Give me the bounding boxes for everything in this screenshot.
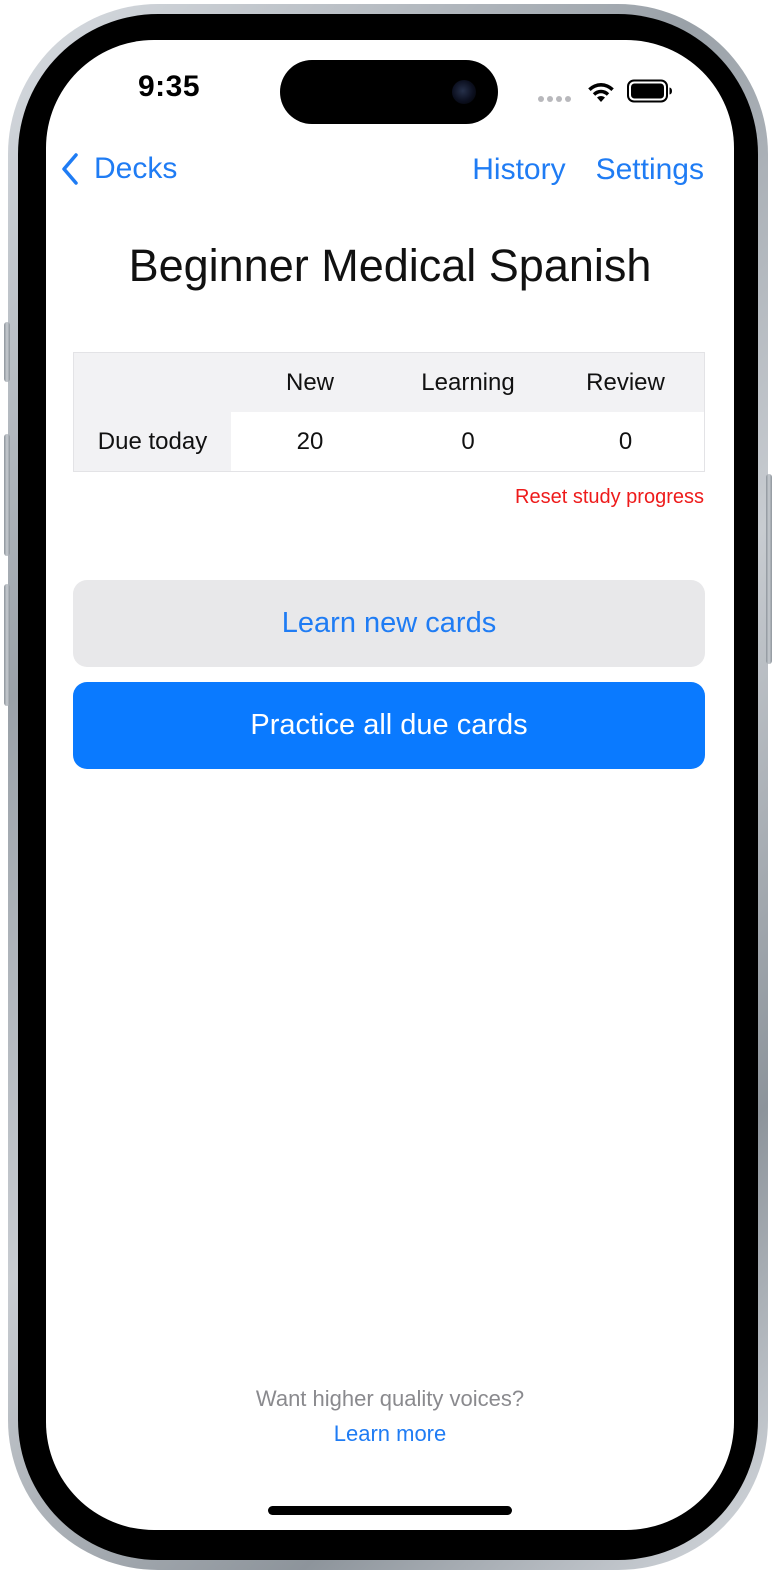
camera-icon [452,80,476,104]
nav-actions: History Settings [472,153,704,187]
back-button[interactable]: Decks [60,152,177,186]
chevron-left-icon [62,153,78,185]
screen: 9:35 Decks History Settings Beginner Med… [46,40,734,1530]
column-header-learning: Learning [421,368,515,396]
reset-progress-link[interactable]: Reset study progress [515,486,704,509]
row-label-due-today: Due today [74,412,231,471]
dynamic-island [280,60,498,124]
learn-new-cards-button[interactable]: Learn new cards [73,580,705,667]
wifi-icon [588,83,614,102]
stats-due-row: Due today 20 0 0 [74,412,704,471]
due-new-count: 20 [296,427,324,455]
power-button [766,474,772,664]
action-button [4,322,10,382]
due-stats-table: New Learning Review Due today 20 0 0 [73,352,705,472]
learn-more-link[interactable]: Learn more [46,1421,734,1447]
status-time: 9:35 [138,70,201,103]
column-header-review: Review [586,368,665,396]
page-title: Beginner Medical Spanish [128,240,652,291]
practice-due-cards-button[interactable]: Practice all due cards [73,682,705,769]
battery-icon [627,79,672,103]
back-button-label: Decks [94,152,178,185]
volume-up-button [4,434,10,556]
due-learning-count: 0 [461,427,475,455]
cellular-signal-icon [538,96,574,102]
stats-header-row: New Learning Review [74,353,704,412]
column-header-new: New [285,368,334,396]
settings-button[interactable]: Settings [596,153,704,187]
home-indicator[interactable] [268,1506,512,1515]
due-review-count: 0 [618,427,633,455]
voices-prompt: Want higher quality voices? [255,1386,525,1411]
history-button[interactable]: History [472,153,565,187]
volume-down-button [4,584,10,706]
